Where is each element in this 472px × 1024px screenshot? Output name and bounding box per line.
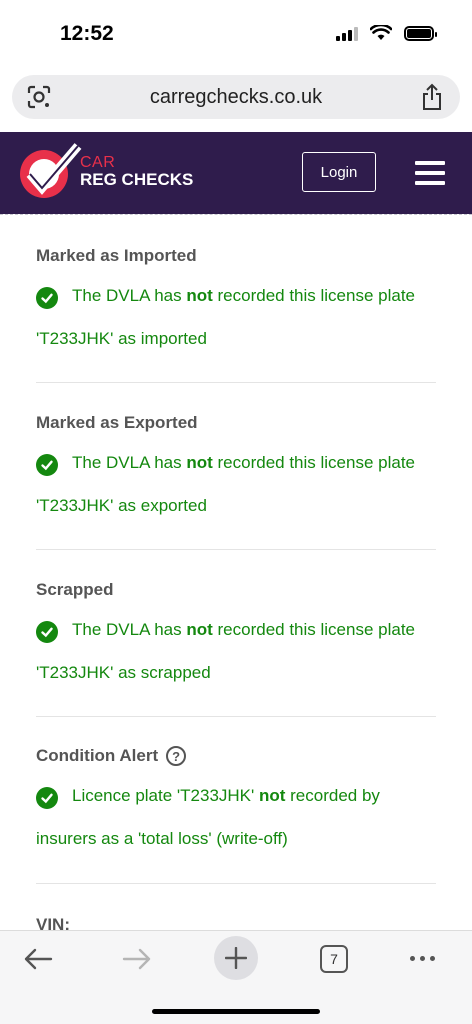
- status-text: The DVLA has not recorded this license p…: [36, 453, 416, 515]
- share-icon[interactable]: [420, 83, 444, 111]
- section-divider: [36, 382, 436, 383]
- status-bar: 12:52: [0, 0, 472, 72]
- login-button[interactable]: Login: [302, 152, 376, 192]
- forward-arrow-icon[interactable]: [122, 947, 152, 971]
- brand-line-2: REG CHECKS: [80, 170, 194, 189]
- status-time: 12:52: [60, 22, 114, 45]
- imported-section: Marked as Imported The DVLA has not reco…: [36, 246, 436, 360]
- help-icon[interactable]: ?: [166, 746, 187, 766]
- section-title: Marked as Imported: [36, 246, 197, 265]
- status-icons: [336, 25, 437, 41]
- hamburger-menu-icon[interactable]: [415, 161, 445, 185]
- home-indicator: [152, 1009, 320, 1014]
- more-options-icon[interactable]: [410, 956, 435, 961]
- site-header: CAR REG CHECKS Login: [0, 132, 472, 214]
- check-circle-icon: [36, 621, 58, 643]
- address-bar[interactable]: carregchecks.co.uk: [12, 75, 460, 119]
- back-arrow-icon[interactable]: [23, 947, 53, 971]
- browser-toolbar: 7: [0, 930, 472, 1024]
- section-title: Scrapped: [36, 580, 114, 599]
- status-text: The DVLA has not recorded this license p…: [36, 286, 416, 348]
- section-divider: [36, 716, 436, 717]
- status-text: Licence plate 'T233JHK' not recorded by …: [36, 786, 380, 848]
- section-title: Condition Alert ?: [36, 746, 436, 766]
- new-tab-button[interactable]: [214, 936, 258, 980]
- plus-icon: [225, 947, 247, 969]
- scrapped-section: Scrapped The DVLA has not recorded this …: [36, 580, 436, 694]
- header-divider: [0, 214, 472, 215]
- brand-logo-icon[interactable]: [16, 140, 82, 202]
- section-divider: [36, 549, 436, 550]
- signal-icon: [336, 25, 358, 41]
- check-circle-icon: [36, 454, 58, 476]
- battery-icon: [404, 25, 437, 41]
- url-text[interactable]: carregchecks.co.uk: [12, 86, 460, 109]
- section-divider: [36, 883, 436, 884]
- wifi-icon: [370, 25, 392, 40]
- check-circle-icon: [36, 287, 58, 309]
- tab-switcher-button[interactable]: 7: [320, 945, 348, 973]
- exported-section: Marked as Exported The DVLA has not reco…: [36, 413, 436, 527]
- check-circle-icon: [36, 787, 58, 809]
- status-text: The DVLA has not recorded this license p…: [36, 620, 416, 682]
- section-title: Marked as Exported: [36, 413, 198, 432]
- condition-alert-section: Condition Alert ? Licence plate 'T233JHK…: [36, 746, 436, 860]
